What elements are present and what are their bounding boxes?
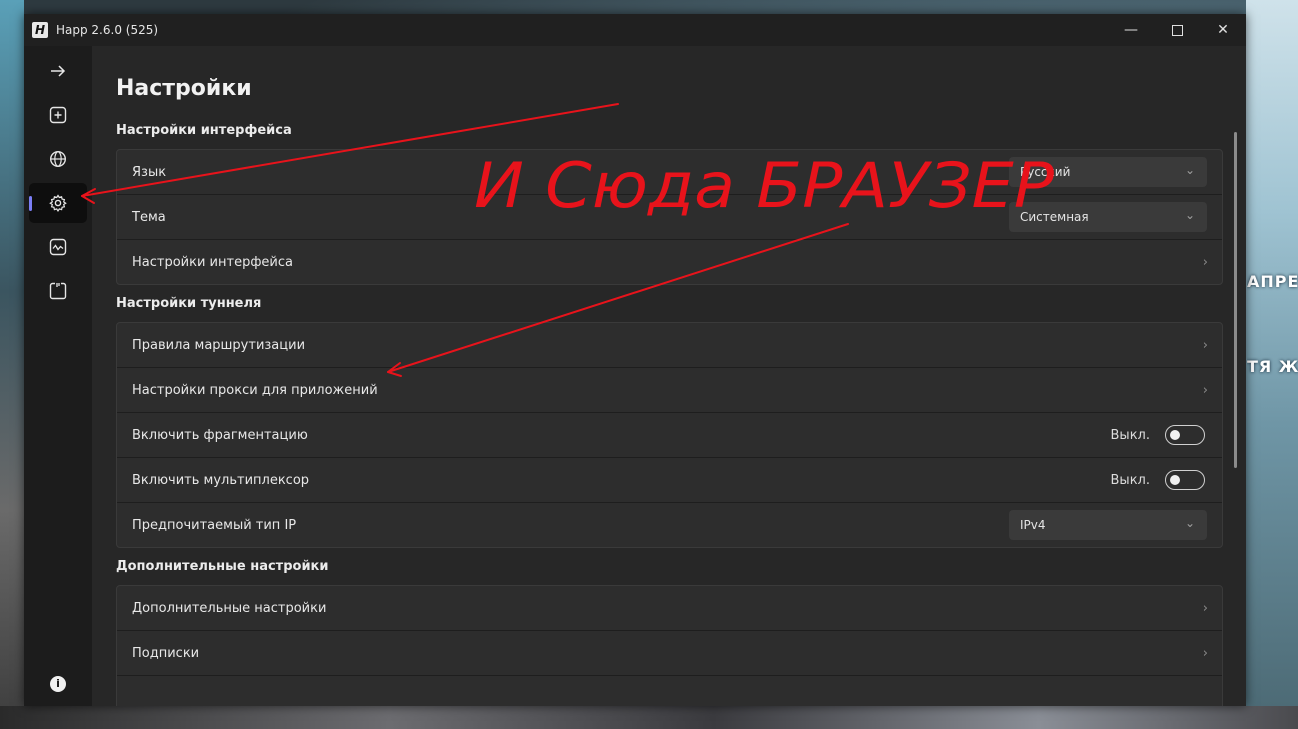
subscriptions-row[interactable]: Подписки › [117,631,1222,676]
desktop-background [0,0,24,729]
chevron-down-icon: ⌄ [1184,163,1195,177]
section-title-additional: Дополнительные настройки [116,559,329,574]
arrow-right-icon [51,65,66,77]
nav-settings[interactable] [29,183,87,223]
multiplexer-toggle[interactable] [1165,470,1205,490]
add-square-icon [49,106,67,124]
ip-type-value: IPv4 [1020,518,1046,532]
gear-icon [49,194,67,212]
chevron-right-icon: › [1202,645,1208,661]
nav-connect[interactable] [29,51,87,91]
app-proxy-row[interactable]: Настройки прокси для приложений › [117,368,1222,413]
fragmentation-label: Включить фрагментацию [132,427,308,443]
routing-rules-label: Правила маршрутизации [132,337,306,353]
close-button[interactable]: ✕ [1200,14,1246,46]
minimize-button[interactable]: — [1108,14,1154,46]
section-title-tunnel: Настройки туннеля [116,296,262,311]
tunnel-card: Правила маршрутизации › Настройки прокси… [116,322,1223,548]
theme-select[interactable]: Системная ⌄ [1009,202,1207,232]
desktop-background-bottom [0,706,1298,729]
additional-card: Дополнительные настройки › Подписки › [116,585,1223,706]
globe-icon [49,150,67,168]
scrollbar[interactable] [1234,132,1237,468]
interface-settings-label: Настройки интерфейса [132,254,293,270]
routing-rules-row[interactable]: Правила маршрутизации › [117,323,1222,368]
page-title: Настройки [116,76,252,101]
language-select[interactable]: Русский ⌄ [1009,157,1207,187]
multiplexer-label: Включить мультиплексор [132,472,310,488]
ip-type-label: Предпочитаемый тип IP [132,517,297,533]
language-value: Русский [1020,165,1071,179]
chevron-right-icon: › [1202,337,1208,353]
sidebar: i [24,46,92,706]
nav-logs[interactable] [29,271,87,311]
desktop-text: ТЯ Ж [1247,357,1298,376]
maximize-button[interactable] [1154,14,1200,46]
activity-icon [49,238,67,256]
nav-add[interactable] [29,95,87,135]
toggle-knob [1170,475,1180,485]
window-title: Happ 2.6.0 (525) [56,23,159,37]
theme-label: Тема [132,209,166,225]
next-row[interactable] [117,676,1222,706]
additional-settings-row[interactable]: Дополнительные настройки › [117,586,1222,631]
theme-row: Тема Системная ⌄ [117,195,1222,240]
app-proxy-label: Настройки прокси для приложений [132,382,378,398]
title-bar[interactable]: H Happ 2.6.0 (525) — ✕ [24,14,1246,46]
desktop-background-right [1246,0,1298,706]
app-window: H Happ 2.6.0 (525) — ✕ i Настройки Настр… [24,14,1246,706]
fragmentation-row: Включить фрагментацию Выкл. [117,413,1222,458]
subscriptions-label: Подписки [132,645,200,661]
info-icon[interactable]: i [50,676,66,692]
ip-type-row: Предпочитаемый тип IP IPv4 ⌄ [117,503,1222,547]
chevron-right-icon: › [1202,382,1208,398]
fragmentation-toggle[interactable] [1165,425,1205,445]
log-icon [49,282,67,300]
additional-settings-label: Дополнительные настройки [132,600,327,616]
theme-value: Системная [1020,210,1089,224]
language-row: Язык Русский ⌄ [117,150,1222,195]
multiplexer-row: Включить мультиплексор Выкл. [117,458,1222,503]
section-title-interface: Настройки интерфейса [116,123,292,138]
desktop-text: АПРЕТ [1247,272,1298,291]
interface-card: Язык Русский ⌄ Тема Системная ⌄ Настройк… [116,149,1223,285]
nav-stats[interactable] [29,227,87,267]
nav-servers[interactable] [29,139,87,179]
interface-settings-row[interactable]: Настройки интерфейса › [117,240,1222,284]
chevron-down-icon: ⌄ [1184,208,1195,222]
toggle-knob [1170,430,1180,440]
chevron-right-icon: › [1202,600,1208,616]
multiplexer-state: Выкл. [1110,472,1150,488]
chevron-down-icon: ⌄ [1184,516,1195,530]
settings-content: Настройки Настройки интерфейса Язык Русс… [92,46,1246,706]
maximize-icon [1171,24,1183,36]
language-label: Язык [132,164,167,180]
ip-type-select[interactable]: IPv4 ⌄ [1009,510,1207,540]
app-logo-icon: H [32,22,48,38]
fragmentation-state: Выкл. [1110,427,1150,443]
chevron-right-icon: › [1202,254,1208,270]
